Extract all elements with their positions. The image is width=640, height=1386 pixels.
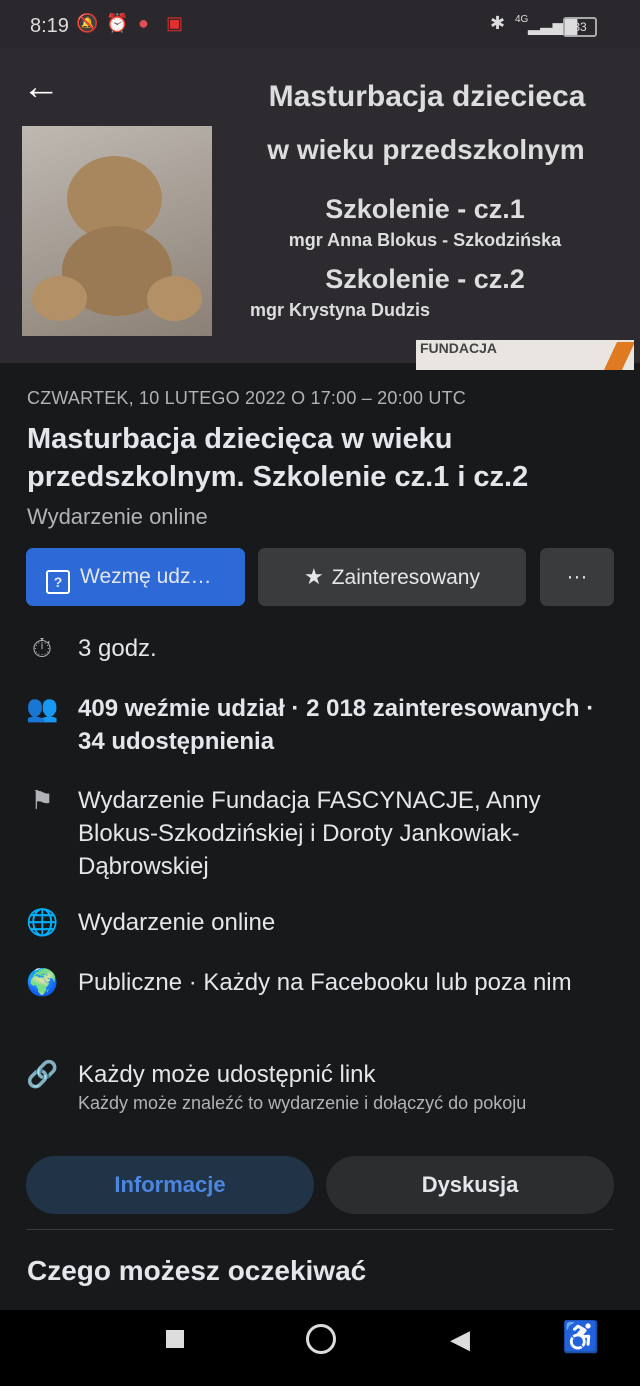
online-text: Wydarzenie online [78,909,276,936]
youtube-icon: ▣ [166,13,184,33]
more-icon: ··· [566,565,588,588]
organizer-text: Wydarzenie Fundacja FASCYNACJE, Anny Blo… [78,787,541,880]
teddy-bear-photo [22,126,212,336]
status-time: 8:19 [30,15,69,37]
network-type: 4G [515,14,529,25]
mute-icon: 🔕 [76,13,99,33]
attendance-text: 409 weźmie udział · 2 018 zainteresowany… [78,695,595,755]
people-icon: 👥 [26,693,59,723]
flag-icon: ⚑ [30,785,54,815]
home-icon[interactable] [306,1324,336,1354]
recents-icon[interactable] [166,1330,184,1348]
event-cover-image: Masturbacja dziecieca w wieku przedszkol… [0,48,640,363]
back-nav-icon[interactable]: ◀ [450,1324,470,1355]
interested-button[interactable]: ★ Zainteresowany [258,548,526,606]
link-title: Każdy może udostępnić link [78,1061,376,1088]
cover-author2: mgr Krystyna Dudzis [250,300,431,320]
tab-informacje[interactable]: Informacje [26,1156,314,1214]
alarm-icon: ⏰ [106,13,129,33]
event-type: Wydarzenie online [27,504,208,529]
system-nav-bar: ◀ ♿ [0,1310,640,1386]
going-label: Wezmę udz… [80,565,212,588]
event-title: Masturbacja dziecięca w wieku przedszkol… [27,423,529,493]
question-box-icon: ? [46,570,70,594]
back-arrow-icon[interactable]: ← [22,68,60,106]
cover-part1: Szkolenie - cz.1 [325,194,525,224]
stopwatch-icon: ⏱ [31,633,53,663]
tab-dyskusja[interactable]: Dyskusja [326,1156,614,1214]
privacy-text: Publiczne · Każdy na Facebooku lub poza … [78,969,572,996]
cover-title-line1: Masturbacja dziecieca [268,80,586,113]
link-icon: 🔗 [26,1059,59,1089]
app-icon: ● [138,13,149,33]
divider [26,1229,614,1230]
section-heading: Czego możesz oczekiwać [27,1255,367,1286]
star-icon: ★ [304,564,324,589]
status-bar: 8:19 🔕 ⏰ ● ▣ ✱ 4G ▂▃▅▇ 83 [0,0,640,48]
accessibility-icon[interactable]: ♿ [562,1320,599,1355]
interested-label: Zainteresowany [331,566,480,589]
duration-text: 3 godz. [78,635,157,662]
more-button[interactable]: ··· [540,548,614,606]
cover-title-line2: w wieku przedszkolnym [267,134,585,165]
battery-icon: 83 [563,17,597,37]
link-description: Każdy może znaleźć to wydarzenie i dołąc… [78,1093,527,1113]
cover-part2: Szkolenie - cz.2 [325,264,525,294]
link-block: Każdy może udostępnić link Każdy może zn… [78,1058,623,1115]
public-globe-icon: 🌍 [26,967,59,997]
bluetooth-icon: ✱ [490,13,506,33]
going-button[interactable]: ? Wezmę udz… [26,548,245,606]
event-datetime: CZWARTEK, 10 LUTEGO 2022 O 17:00 – 20:00… [27,388,466,408]
globe-icon: 🌐 [26,907,59,937]
foundation-logo: FUNDACJA [416,340,634,370]
cover-author1: mgr Anna Blokus - Szkodzińska [288,230,562,250]
